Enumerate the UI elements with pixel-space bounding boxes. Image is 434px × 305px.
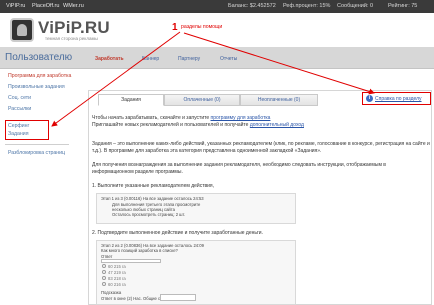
confirm-input[interactable] xyxy=(160,294,196,301)
answer-radio-2[interactable] xyxy=(102,270,106,274)
sidebar-divider xyxy=(5,144,69,145)
step1-line-1: Этап 1 из 3 (0.00116) На все задание ост… xyxy=(101,196,204,201)
info-icon: i xyxy=(366,95,373,102)
top-bar: ViPIP.ru PlaceOff.ru WMer.ru Баланс: $2.… xyxy=(0,0,434,13)
nav-reports[interactable]: Отчеты xyxy=(220,56,237,62)
desc-line-4: информационном разделе программы. xyxy=(92,169,183,175)
intro-line-1: Чтобы начать зарабатывать, скачайте и за… xyxy=(92,115,270,121)
site-tagline: темная сторона рекламы xyxy=(45,36,98,41)
logo-icon[interactable] xyxy=(10,18,34,42)
answer-radio-4[interactable] xyxy=(102,282,106,286)
desc-line-2: т.д.). В программе для заработка эта кат… xyxy=(92,148,322,154)
balance-text: Баланс: $2.452572 xyxy=(228,3,276,9)
sidebar-item-custom-tasks[interactable]: Произвольные задания xyxy=(8,84,65,90)
messages-text[interactable]: Сообщений: 0 xyxy=(337,3,373,9)
topbar-link-vipip[interactable]: ViPIP.ru xyxy=(6,3,25,9)
answer-option-1: 60 215 га xyxy=(108,264,126,269)
step-1-title: 1. Выполните указанные рекламодателем де… xyxy=(92,183,215,189)
annotation-label: разделы помощи xyxy=(181,24,223,30)
answer-input[interactable] xyxy=(101,259,161,263)
nav-user-title: Пользователю xyxy=(5,52,73,63)
rating-text: Рейтинг: 75 xyxy=(388,3,418,9)
step-2-title: 2. Подтвердите выполненное действие и по… xyxy=(92,230,263,236)
topbar-link-placeoff[interactable]: PlaceOff.ru xyxy=(32,3,59,9)
step2-hint: Подсказка xyxy=(101,290,122,295)
answer-option-4: 60 216 га xyxy=(108,282,126,287)
intro-text-2: Приглашайте новых рекламодателей и польз… xyxy=(92,122,249,128)
answer-option-3: 83 218 га xyxy=(108,276,126,281)
desc-line-1: Задания – это выполнение каких-либо дейс… xyxy=(92,141,430,147)
topbar-link-wmer[interactable]: WMer.ru xyxy=(63,3,84,9)
sidebar-highlight-box xyxy=(5,120,49,140)
nav-earn[interactable]: Заработать xyxy=(95,56,124,62)
answer-option-2: 47 219 га xyxy=(108,270,126,275)
nav-partner[interactable]: Партнеру xyxy=(178,56,200,62)
sidebar-item-program[interactable]: Программа для заработка xyxy=(8,73,71,79)
sidebar-item-mailing[interactable]: Рассылки xyxy=(8,106,31,112)
site-logo[interactable]: ViPiP.RU xyxy=(38,18,110,38)
ref-percent-text: Реф.процент: 15% xyxy=(283,3,331,9)
intro-line-2: Приглашайте новых рекламодателей и польз… xyxy=(92,122,304,128)
step1-line-4: Осталось просмотреть страниц: 2 шт. xyxy=(112,212,186,217)
tab-paid[interactable]: Оплаченные (0) xyxy=(164,94,240,106)
tab-unpaid[interactable]: Неоплаченные (0) xyxy=(240,94,318,106)
extra-income-link[interactable]: дополнительный доход xyxy=(250,122,304,128)
tab-tasks[interactable]: Задания xyxy=(98,94,164,106)
desc-line-3: Для получения вознаграждения за выполнен… xyxy=(92,162,386,168)
answer-radio-3[interactable] xyxy=(102,276,106,280)
program-download-link[interactable]: программу для заработка xyxy=(211,115,271,121)
sidebar-item-social[interactable]: Соц. сети xyxy=(8,95,31,101)
help-link[interactable]: Справка по разделу xyxy=(375,96,422,102)
intro-text-1: Чтобы начать зарабатывать, скачайте и за… xyxy=(92,115,210,121)
answer-radio-1[interactable] xyxy=(102,264,106,268)
nav-banner[interactable]: Баннер xyxy=(142,56,159,62)
step2-question: Как много позиций заработка в списке? xyxy=(101,248,178,253)
sidebar-item-unlock[interactable]: Разблокировка страниц xyxy=(8,150,65,156)
annotation-number: 1 xyxy=(172,22,178,33)
